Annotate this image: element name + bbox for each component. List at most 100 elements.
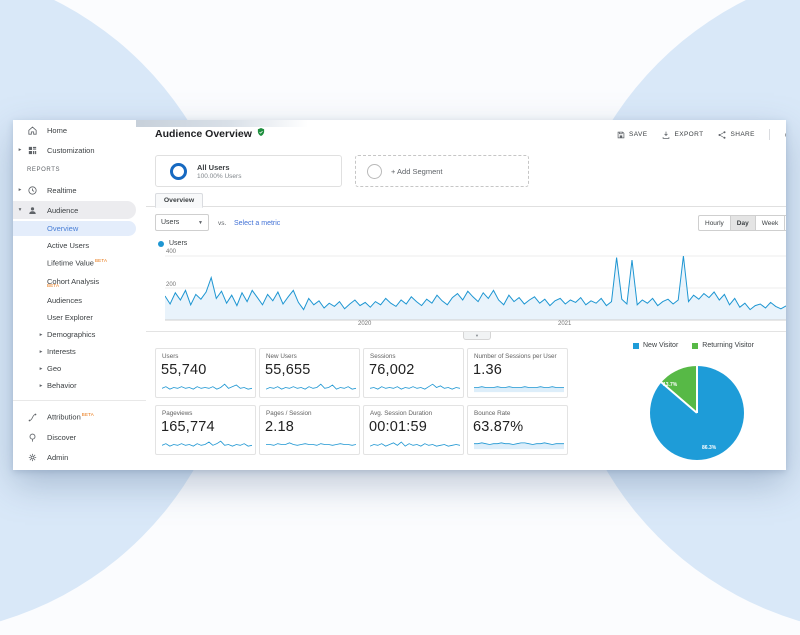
x-axis-tick-2021: 2021 bbox=[558, 321, 571, 327]
sidebar-item-customization[interactable]: ▸ Customization bbox=[13, 140, 146, 160]
metric-value: 63.87% bbox=[473, 419, 523, 435]
beta-badge: BETA bbox=[47, 283, 59, 288]
add-segment-label: + Add Segment bbox=[391, 167, 443, 176]
tabbar-divider bbox=[146, 206, 786, 207]
sidebar-item-label: Behavior bbox=[47, 381, 77, 390]
metric-sparkline bbox=[370, 439, 460, 450]
legend-swatch-icon bbox=[692, 343, 698, 349]
granularity-buttons: HourlyDayWeekMonth bbox=[698, 215, 786, 231]
sidebar-item-demographics[interactable]: ▸Demographics bbox=[13, 326, 146, 343]
metric-card-number-of-sessions-per-user: Number of Sessions per User1.36 bbox=[467, 348, 568, 398]
sidebar-item-audience[interactable]: ▾ Audience bbox=[13, 200, 146, 220]
sidebar-item-home[interactable]: Home bbox=[13, 120, 146, 140]
metric-value: 2.18 bbox=[265, 419, 294, 435]
sidebar-item-label: Active Users bbox=[47, 241, 89, 250]
sidebar-item-interests[interactable]: ▸Interests bbox=[13, 343, 146, 360]
legend-dot-icon bbox=[158, 241, 164, 247]
metric-select-dropdown[interactable]: Users ▼ bbox=[155, 214, 209, 231]
segment-ring-icon bbox=[170, 163, 187, 180]
sidebar-item-label: Overview bbox=[47, 224, 78, 233]
metric-card-sessions: Sessions 76,002 bbox=[363, 348, 464, 398]
toolbar-button-label: SHARE bbox=[730, 131, 754, 138]
sidebar-item-lifetime-value[interactable]: Lifetime ValueBETA bbox=[13, 254, 146, 271]
expander-right-icon[interactable]: ▸ bbox=[16, 147, 24, 153]
sidebar-item-label: Interests bbox=[47, 347, 76, 356]
page-title: Audience Overview bbox=[155, 127, 266, 140]
expander-down-icon[interactable]: ▾ bbox=[16, 207, 24, 213]
grid-icon bbox=[27, 145, 38, 156]
chart-collapse-handle[interactable]: ▼ bbox=[463, 332, 491, 340]
page-title-text: Audience Overview bbox=[155, 128, 252, 140]
attribution-icon bbox=[27, 412, 38, 423]
chart-legend: Users bbox=[158, 240, 187, 247]
top-edge-artifact bbox=[136, 120, 308, 127]
pie-slice-separator bbox=[696, 366, 698, 413]
metric-card-avg-session-duration: Avg. Session Duration00:01:59 bbox=[363, 405, 464, 455]
sidebar-item-realtime[interactable]: ▸Realtime bbox=[13, 180, 146, 200]
users-line-chart[interactable] bbox=[165, 250, 786, 332]
sidebar-item-user-explorer[interactable]: User Explorer bbox=[13, 309, 146, 326]
add-segment-button[interactable]: + Add Segment bbox=[355, 155, 529, 187]
expander-right-icon[interactable]: ▸ bbox=[16, 187, 24, 193]
granularity-week-button[interactable]: Week bbox=[756, 215, 786, 231]
save-icon bbox=[616, 130, 626, 140]
sidebar-item-audiences[interactable]: Audiences bbox=[13, 292, 146, 309]
sidebar-item-label: User Explorer bbox=[47, 313, 93, 322]
discover-icon bbox=[27, 432, 38, 443]
toolbar: SAVE EXPORT SHARE INSIGHTS bbox=[616, 129, 786, 140]
metric-label: Number of Sessions per User bbox=[474, 353, 557, 360]
metric-sparkline bbox=[370, 382, 460, 393]
metric-label: Pages / Session bbox=[266, 410, 312, 417]
metric-label: Users bbox=[162, 353, 178, 360]
verified-shield-icon bbox=[256, 127, 266, 137]
sidebar-item-label: Demographics bbox=[47, 330, 95, 339]
granularity-hourly-button[interactable]: Hourly bbox=[698, 215, 731, 231]
metric-sparkline bbox=[474, 439, 564, 450]
segment-title: All Users bbox=[197, 163, 241, 172]
metric-select-value: Users bbox=[161, 219, 179, 226]
metric-label: Sessions bbox=[370, 353, 396, 360]
tab-overview[interactable]: Overview bbox=[155, 193, 203, 208]
share-button[interactable]: SHARE bbox=[717, 130, 754, 140]
expander-right-icon[interactable]: ▸ bbox=[37, 366, 45, 372]
add-segment-ring-icon bbox=[367, 164, 382, 179]
sidebar-item-overview[interactable]: Overview bbox=[13, 220, 146, 237]
sidebar-item-discover[interactable]: Discover bbox=[13, 427, 146, 447]
share-icon bbox=[717, 130, 727, 140]
sidebar-item-cohort-analysis[interactable]: Cohort AnalysisBETA bbox=[13, 271, 146, 292]
granularity-day-button[interactable]: Day bbox=[731, 215, 756, 231]
export-button[interactable]: EXPORT bbox=[661, 130, 703, 140]
analytics-window: Home▸CustomizationREPORTS▸Realtime▾Audie… bbox=[13, 120, 786, 470]
expander-right-icon[interactable]: ▸ bbox=[37, 332, 45, 338]
insights-icon bbox=[784, 130, 786, 140]
pie-label-returning: 13.7% bbox=[663, 382, 677, 388]
segment-subtitle: 100.00% Users bbox=[197, 173, 241, 180]
home-icon bbox=[27, 125, 38, 136]
sidebar-item-label: Customization bbox=[47, 146, 95, 155]
expander-right-icon[interactable]: ▸ bbox=[37, 383, 45, 389]
granularity-month-button[interactable]: Month bbox=[785, 215, 786, 231]
segment-all-users[interactable]: All Users 100.00% Users bbox=[155, 155, 342, 187]
metric-value: 76,002 bbox=[369, 362, 415, 378]
pie-label-new: 86.3% bbox=[702, 445, 716, 451]
metric-sparkline bbox=[162, 382, 252, 393]
select-metric-link[interactable]: Select a metric bbox=[234, 220, 280, 227]
metric-label: Avg. Session Duration bbox=[370, 410, 432, 417]
sidebar-item-label: Audiences bbox=[47, 296, 82, 305]
sidebar-item-active-users[interactable]: Active Users bbox=[13, 237, 146, 254]
metric-value: 165,774 bbox=[161, 419, 215, 435]
sidebar-item-geo[interactable]: ▸Geo bbox=[13, 360, 146, 377]
sidebar-item-label: Admin bbox=[47, 453, 68, 462]
toolbar-button-label: EXPORT bbox=[674, 131, 703, 138]
expander-right-icon[interactable]: ▸ bbox=[37, 349, 45, 355]
insights-button[interactable]: INSIGHTS bbox=[784, 130, 786, 140]
sidebar-item-label: Audience bbox=[47, 206, 78, 215]
sidebar-item-attribution[interactable]: AttributionBETA bbox=[13, 407, 146, 427]
save-button[interactable]: SAVE bbox=[616, 130, 647, 140]
clock-icon bbox=[27, 185, 38, 196]
sidebar-item-admin[interactable]: Admin bbox=[13, 447, 146, 467]
sidebar-item-label: Home bbox=[47, 126, 67, 135]
sidebar-item-behavior[interactable]: ▸Behavior bbox=[13, 377, 146, 394]
metric-card-new-users: New Users55,655 bbox=[259, 348, 360, 398]
pie-legend-item-returning-visitor: Returning Visitor bbox=[692, 342, 754, 349]
